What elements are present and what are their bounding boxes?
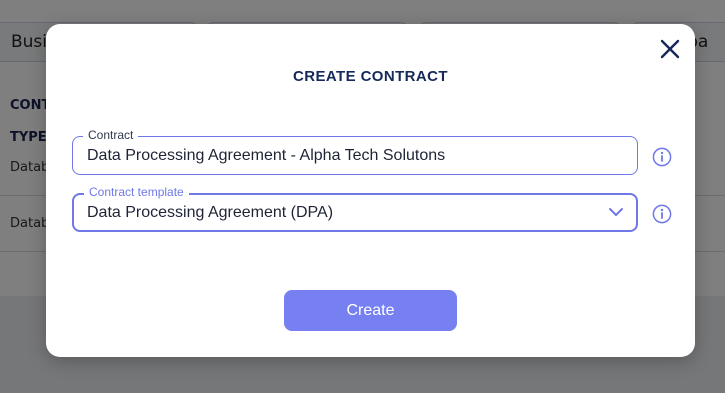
- close-icon: [660, 39, 680, 59]
- close-button[interactable]: [657, 36, 683, 62]
- contract-field-value: Data Processing Agreement - Alpha Tech S…: [87, 147, 446, 164]
- chevron-down-icon: [609, 208, 623, 216]
- contract-template-select[interactable]: Contract template Data Processing Agreem…: [72, 185, 638, 232]
- dialog-title: CREATE CONTRACT: [293, 68, 448, 85]
- create-button[interactable]: Create: [284, 290, 457, 331]
- contract-info-button[interactable]: [652, 147, 672, 167]
- contract-field[interactable]: Contract Data Processing Agreement - Alp…: [72, 128, 638, 175]
- info-icon: [652, 147, 672, 167]
- template-info-button[interactable]: [652, 204, 672, 224]
- create-contract-dialog: CREATE CONTRACT Contract Data Processing…: [46, 24, 695, 357]
- contract-template-value: Data Processing Agreement (DPA): [87, 204, 334, 221]
- info-icon: [652, 204, 672, 224]
